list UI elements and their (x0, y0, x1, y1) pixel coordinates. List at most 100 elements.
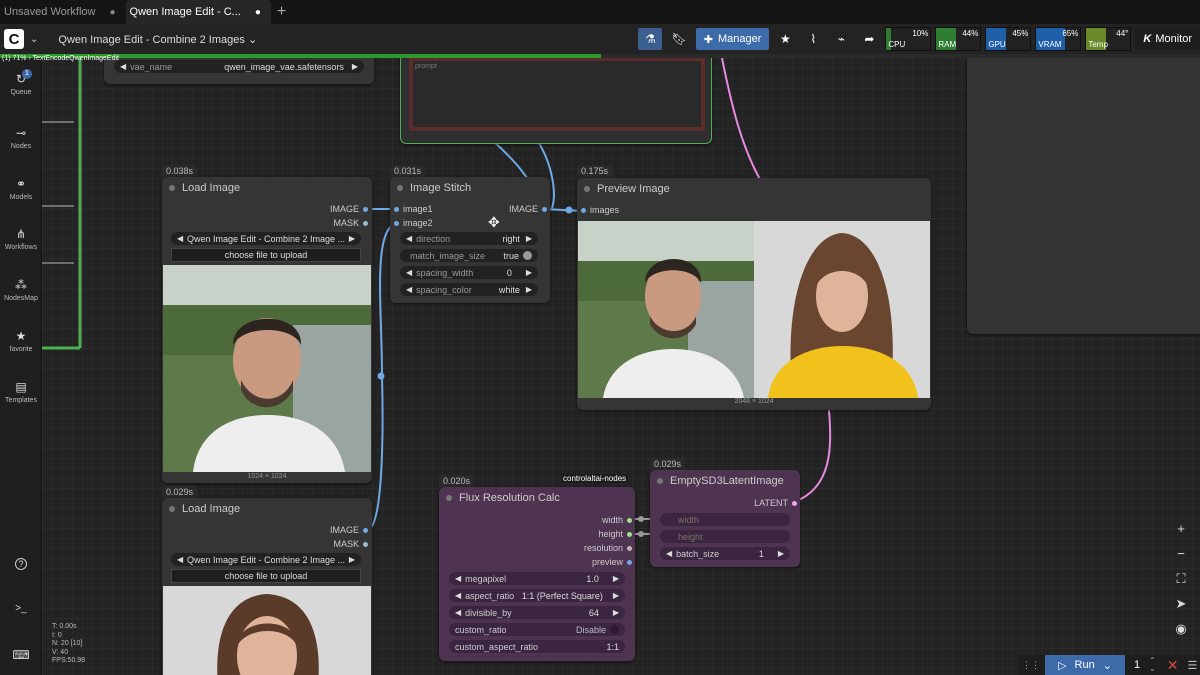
port-dot-icon[interactable] (627, 517, 632, 523)
port-dot-icon[interactable] (394, 220, 399, 226)
vae-name-widget[interactable]: ◀ vae_name qwen_image_vae.safetensors ▶ (114, 60, 364, 73)
note-panel[interactable] (967, 58, 1200, 334)
tab-unsaved-workflow[interactable]: Unsaved Workflow ● (0, 0, 126, 24)
workflow-name-dropdown[interactable]: Qwen Image Edit - Combine 2 Images ⌄ (58, 33, 257, 46)
spacing-width-widget[interactable]: ◀ spacing_width 0 ▶ (400, 266, 538, 279)
sidebar-item-nodes[interactable]: ⊸ Nodes (0, 126, 42, 150)
arrow-left-icon[interactable]: ◀ (455, 574, 461, 583)
monitor-button[interactable]: K Monitor (1135, 28, 1200, 50)
port-dot-icon[interactable] (627, 559, 632, 565)
match-image-size-toggle[interactable]: match_image_size true (400, 249, 538, 262)
empty-sd3-latent-node[interactable]: EmptySD3LatentImage LATENT width height … (650, 470, 800, 567)
spacing-color-widget[interactable]: ◀ spacing_color white ▶ (400, 283, 538, 296)
direction-widget[interactable]: ◀ direction right ▶ (400, 232, 538, 245)
node-title[interactable]: Preview Image (577, 178, 931, 200)
arrow-left-icon[interactable]: ◀ (406, 285, 412, 294)
comfy-logo-icon[interactable]: C (4, 29, 24, 49)
port-dot-icon[interactable] (363, 541, 368, 547)
node-title[interactable]: Image Stitch (390, 177, 550, 199)
brush-icon[interactable]: ⌁ (829, 28, 853, 50)
port-dot-icon[interactable] (394, 206, 399, 212)
upload-button[interactable]: choose file to upload (171, 248, 361, 262)
manager-button[interactable]: ✚ Manager (695, 28, 770, 50)
batch-size-widget[interactable]: ◀ batch_size 1 ▶ (660, 547, 790, 560)
arrow-left-icon[interactable]: ◀ (177, 234, 183, 243)
arrow-right-icon[interactable]: ▶ (613, 591, 619, 600)
output-height[interactable]: height (598, 529, 632, 539)
output-mask[interactable]: MASK (333, 218, 368, 228)
node-title[interactable]: Load Image (162, 177, 372, 199)
load-image-node-2[interactable]: Load Image IMAGE MASK ◀ Qwen Image Edit … (162, 498, 372, 675)
arrow-right-icon[interactable]: ▶ (349, 555, 355, 564)
stepper-icon[interactable]: ⌃ ⌄ (1149, 657, 1156, 673)
upload-button[interactable]: choose file to upload (171, 569, 361, 583)
arrow-right-icon[interactable]: ▶ (526, 234, 532, 243)
share-icon[interactable]: ➦ (857, 28, 881, 50)
keyboard-button[interactable]: ⌨ (0, 648, 42, 665)
flux-resolution-calc-node[interactable]: Flux Resolution Calc width height resolu… (439, 487, 635, 661)
arrow-right-icon[interactable]: ▶ (526, 268, 532, 277)
preview-image-node[interactable]: Preview Image images 2048 × 1024 (577, 178, 931, 410)
flask-icon[interactable]: ⚗ (638, 28, 663, 50)
port-dot-icon[interactable] (581, 207, 586, 213)
node-title[interactable]: Flux Resolution Calc (439, 487, 635, 509)
arrow-right-icon[interactable]: ▶ (352, 62, 358, 71)
workflow-canvas[interactable]: ◀ vae_name qwen_image_vae.safetensors ▶ … (42, 58, 1200, 675)
sidebar-item-workflows[interactable]: ⋔ Workflows (0, 227, 42, 251)
help-button[interactable]: ? (0, 558, 42, 570)
sweep-icon[interactable]: ⌇ (801, 28, 825, 50)
output-image[interactable]: IMAGE (509, 204, 547, 214)
visibility-icon[interactable]: ◉ (1166, 616, 1196, 641)
arrow-left-icon[interactable]: ◀ (455, 591, 461, 600)
prompt-textarea[interactable]: prompt (409, 58, 705, 131)
text-encode-node[interactable]: prompt (400, 58, 712, 144)
node-title[interactable]: EmptySD3LatentImage (650, 470, 800, 492)
select-mode-icon[interactable]: ➤ (1166, 591, 1196, 616)
arrow-left-icon[interactable]: ◀ (177, 555, 183, 564)
arrow-right-icon[interactable]: ▶ (613, 608, 619, 617)
bookmark-icon[interactable]: 🔖︎ (666, 28, 691, 50)
port-dot-icon[interactable] (792, 500, 797, 506)
terminal-button[interactable]: >_ (0, 603, 42, 617)
arrow-left-icon[interactable]: ◀ (455, 608, 461, 617)
aspect-ratio-widget[interactable]: ◀ aspect_ratio 1:1 (Perfect Square) ▶ (449, 589, 625, 602)
sidebar-item-models[interactable]: ⚭ Models (0, 177, 42, 201)
run-button[interactable]: ▷ Run ⌄ (1045, 655, 1125, 675)
image-select[interactable]: ◀ Qwen Image Edit - Combine 2 Image ... … (171, 232, 361, 245)
arrow-right-icon[interactable]: ▶ (349, 234, 355, 243)
port-dot-icon[interactable] (542, 206, 547, 212)
batch-count-input[interactable]: 1 (1130, 659, 1144, 671)
sidebar-item-templates[interactable]: ▤ Templates (0, 380, 42, 404)
megapixel-widget[interactable]: ◀ megapixel 1.0 ▶ (449, 572, 625, 585)
vae-loader-node[interactable]: ◀ vae_name qwen_image_vae.safetensors ▶ (104, 58, 374, 84)
custom-ratio-toggle[interactable]: custom_ratio Disable (449, 623, 625, 636)
drag-handle-icon[interactable]: ⋮⋮ (1022, 660, 1040, 671)
sidebar-item-queue[interactable]: ↻ 1 Queue (0, 69, 42, 96)
port-dot-icon[interactable] (363, 206, 368, 212)
sidebar-item-favorite[interactable]: ★ favorite (0, 329, 42, 353)
arrow-right-icon[interactable]: ▶ (613, 574, 619, 583)
port-dot-icon[interactable] (627, 545, 632, 551)
output-latent[interactable]: LATENT (754, 498, 797, 508)
input-image1[interactable]: image1 (394, 204, 433, 214)
port-dot-icon[interactable] (627, 531, 632, 537)
more-icon[interactable]: ☰ (1187, 659, 1197, 672)
port-dot-icon[interactable] (363, 220, 368, 226)
output-preview[interactable]: preview (592, 557, 632, 567)
output-mask[interactable]: MASK (333, 539, 368, 549)
input-image2[interactable]: image2 (394, 218, 433, 228)
chevron-down-icon[interactable]: ⌄ (1103, 659, 1112, 672)
cancel-icon[interactable]: ✕ (1167, 657, 1179, 674)
star-icon[interactable]: ★ (773, 28, 797, 50)
sidebar-item-nodesmap[interactable]: ⁂ NodesMap (0, 278, 42, 302)
output-resolution[interactable]: resolution (584, 543, 632, 553)
image-select[interactable]: ◀ Qwen Image Edit - Combine 2 Image ... … (171, 553, 361, 566)
port-dot-icon[interactable] (363, 527, 368, 533)
image-stitch-node[interactable]: Image Stitch image1 image2 IMAGE ◀ direc… (390, 177, 550, 303)
height-input-widget[interactable]: height (660, 530, 790, 543)
output-width[interactable]: width (602, 515, 632, 525)
tab-qwen-image-edit[interactable]: Qwen Image Edit - C... ● (125, 0, 271, 24)
custom-aspect-ratio-widget[interactable]: custom_aspect_ratio 1:1 (449, 640, 625, 653)
fit-view-icon[interactable]: ⛶ (1166, 566, 1196, 591)
arrow-left-icon[interactable]: ◀ (666, 549, 672, 558)
